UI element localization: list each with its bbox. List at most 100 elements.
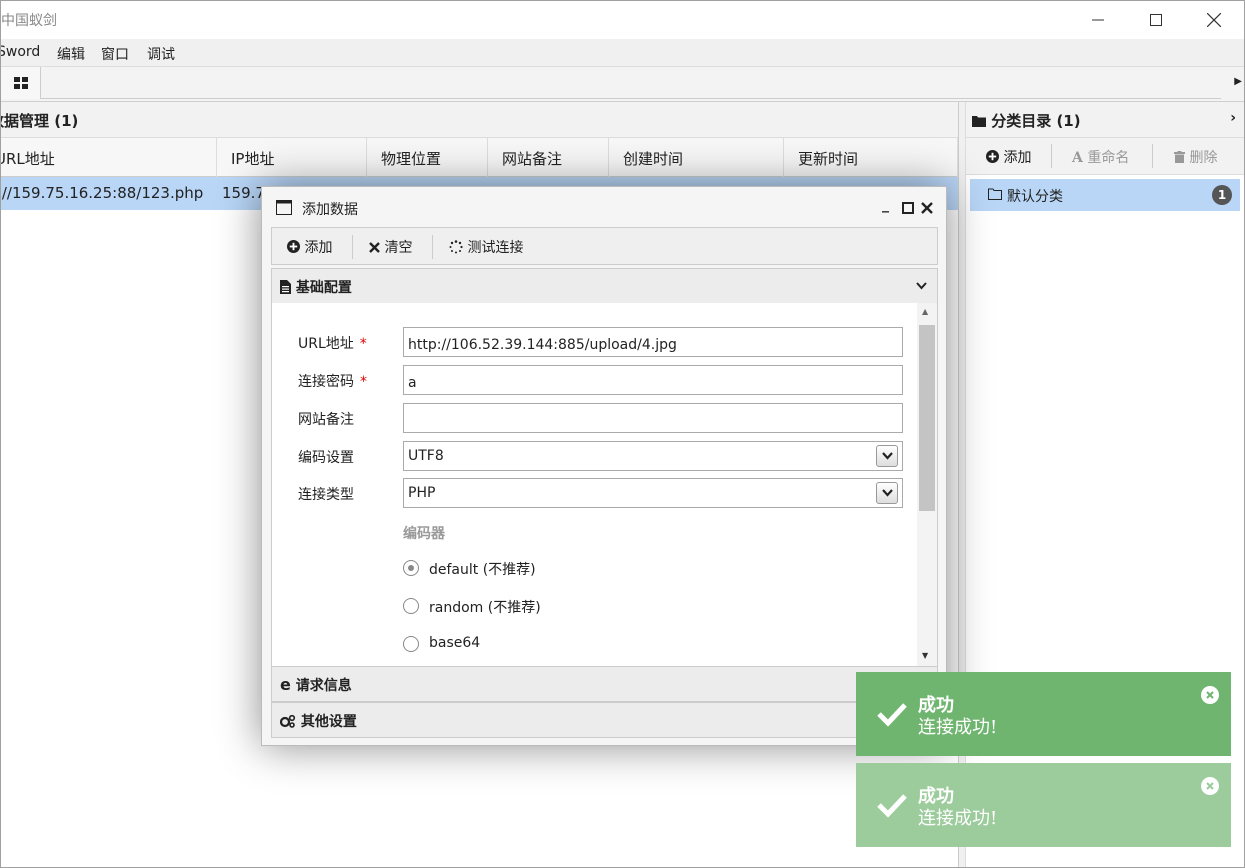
checkmark-icon xyxy=(877,794,907,818)
encoder-base64-label[interactable]: base64 xyxy=(429,635,480,651)
url-input[interactable] xyxy=(403,327,903,357)
row-url: http://159.75.16.25:88/123.php xyxy=(1,184,204,202)
dialog-add-button[interactable]: 添加 xyxy=(287,237,332,257)
column-url[interactable]: URL地址 xyxy=(0,138,217,177)
category-rename-button[interactable]: A 重命名 xyxy=(1072,147,1129,167)
dialog-minimize-icon[interactable]: _ xyxy=(882,197,889,213)
encoder-default-label[interactable]: default (不推荐) xyxy=(429,559,536,579)
toast-message: 连接成功! xyxy=(918,808,998,829)
scrollbar-thumb[interactable] xyxy=(919,325,935,511)
type-select[interactable]: PHP xyxy=(403,478,903,508)
title-bar: 中国蚁剑 xyxy=(1,1,1244,39)
add-data-dialog: 添加数据 _ 添加 清空 测试连接 基础配置 URL地址 * http://10… xyxy=(261,186,947,746)
basic-config-body: URL地址 * 连接密码 * 网站备注 编码设置 UTF8 连接类型 PHP 编码器… xyxy=(271,303,938,667)
password-input[interactable] xyxy=(403,365,903,395)
menu-bar: Sword 编辑 窗口 调试 xyxy=(1,39,1244,67)
type-value: PHP xyxy=(408,485,436,501)
menu-sword[interactable]: Sword xyxy=(1,44,40,60)
section-basic-label: 基础配置 xyxy=(295,280,352,296)
column-note[interactable]: 网站备注 xyxy=(488,138,609,177)
category-add-label: 添加 xyxy=(1003,150,1032,166)
section-other-settings[interactable]: 其他设置 xyxy=(271,702,938,738)
tab-scroll-right-icon[interactable]: ▶ xyxy=(1234,76,1242,87)
minimize-icon xyxy=(1092,19,1104,21)
menu-debug[interactable]: 调试 xyxy=(147,44,175,64)
note-label: 网站备注 xyxy=(298,412,354,428)
url-label: URL地址 * xyxy=(298,333,367,353)
column-updated[interactable]: 更新时间 xyxy=(784,138,958,177)
encoding-value: UTF8 xyxy=(408,448,444,464)
trash-icon xyxy=(1174,151,1185,163)
column-note-label: 网站备注 xyxy=(502,150,563,168)
test-connection-button[interactable]: 测试连接 xyxy=(449,237,523,257)
column-ip-label: IP地址 xyxy=(231,150,275,168)
toast-close-icon[interactable] xyxy=(1201,777,1219,795)
test-connection-label: 测试连接 xyxy=(467,240,524,256)
category-toolbar: 添加 A 重命名 删除 xyxy=(966,138,1244,175)
toolbar-divider xyxy=(432,235,433,259)
dialog-toolbar: 添加 清空 测试连接 xyxy=(271,227,938,265)
dialog-close-icon[interactable] xyxy=(921,202,933,214)
toolbar-divider xyxy=(352,235,353,259)
form-scrollbar[interactable]: ▲ ▼ xyxy=(917,303,937,667)
toast-close-icon[interactable] xyxy=(1201,686,1219,704)
spinner-icon xyxy=(449,240,463,254)
ie-icon: e xyxy=(280,675,291,694)
category-delete-button[interactable]: 删除 xyxy=(1174,147,1217,167)
section-other-label: 其他设置 xyxy=(300,714,357,730)
maximize-icon xyxy=(1150,14,1162,26)
encoding-select[interactable]: UTF8 xyxy=(403,441,903,471)
category-add-button[interactable]: 添加 xyxy=(986,147,1031,167)
app-window: 中国蚁剑 Sword 编辑 窗口 调试 ▶ 数据管理 (1) URL地址 IP地… xyxy=(0,0,1245,868)
category-count-badge: 1 xyxy=(1212,185,1232,205)
section-request-label: 请求信息 xyxy=(295,678,352,694)
toast-message: 连接成功! xyxy=(918,717,998,738)
category-item-label: 默认分类 xyxy=(1007,189,1063,205)
grid-icon xyxy=(13,77,28,89)
category-title-text: 分类目录 (1) xyxy=(991,112,1081,130)
dialog-maximize-icon[interactable] xyxy=(902,202,914,214)
close-window-button[interactable] xyxy=(1185,1,1243,39)
section-basic-config[interactable]: 基础配置 xyxy=(271,268,938,304)
window-icon xyxy=(276,200,292,215)
panel-title-text: 数据管理 (1) xyxy=(1,112,79,130)
column-location[interactable]: 物理位置 xyxy=(367,138,488,177)
menu-window[interactable]: 窗口 xyxy=(101,44,129,64)
toolbar-divider xyxy=(1051,144,1052,168)
scroll-up-icon[interactable]: ▲ xyxy=(922,307,928,316)
category-item[interactable]: 默认分类 1 xyxy=(970,179,1240,211)
dialog-clear-button[interactable]: 清空 xyxy=(369,237,412,257)
tab-home[interactable] xyxy=(1,67,41,99)
dialog-title: 添加数据 xyxy=(302,202,358,218)
menu-edit[interactable]: 编辑 xyxy=(57,44,85,64)
window-title: 中国蚁剑 xyxy=(1,13,57,29)
scroll-down-icon[interactable]: ▼ xyxy=(922,651,928,660)
chevron-down-icon[interactable] xyxy=(876,482,898,504)
column-created[interactable]: 创建时间 xyxy=(609,138,784,177)
tab-strip xyxy=(41,67,1221,99)
encoder-random-radio[interactable] xyxy=(403,598,419,614)
dialog-add-label: 添加 xyxy=(304,240,333,256)
folder-outline-icon xyxy=(988,188,1002,200)
section-request-info[interactable]: e 请求信息 xyxy=(271,666,938,702)
close-icon xyxy=(1207,13,1221,27)
dialog-title-bar[interactable]: 添加数据 _ xyxy=(262,187,946,227)
category-rename-label: 重命名 xyxy=(1087,150,1130,166)
encoder-base64-radio[interactable] xyxy=(403,636,419,652)
type-label: 连接类型 xyxy=(298,487,354,503)
chevron-down-icon[interactable] xyxy=(876,445,898,467)
encoder-default-radio[interactable] xyxy=(403,560,419,576)
checkmark-icon xyxy=(877,703,907,727)
column-url-label: URL地址 xyxy=(0,150,55,168)
folder-icon xyxy=(972,116,986,127)
column-created-label: 创建时间 xyxy=(623,150,684,168)
note-input[interactable] xyxy=(403,403,903,433)
maximize-button[interactable] xyxy=(1127,1,1185,39)
encoder-random-label[interactable]: random (不推荐) xyxy=(429,597,541,617)
rename-icon: A xyxy=(1072,150,1083,166)
column-updated-label: 更新时间 xyxy=(798,150,859,168)
collapse-panel-icon[interactable]: › xyxy=(1230,110,1236,126)
column-ip[interactable]: IP地址 xyxy=(217,138,367,177)
minimize-button[interactable] xyxy=(1069,1,1127,39)
category-delete-label: 删除 xyxy=(1189,150,1218,166)
